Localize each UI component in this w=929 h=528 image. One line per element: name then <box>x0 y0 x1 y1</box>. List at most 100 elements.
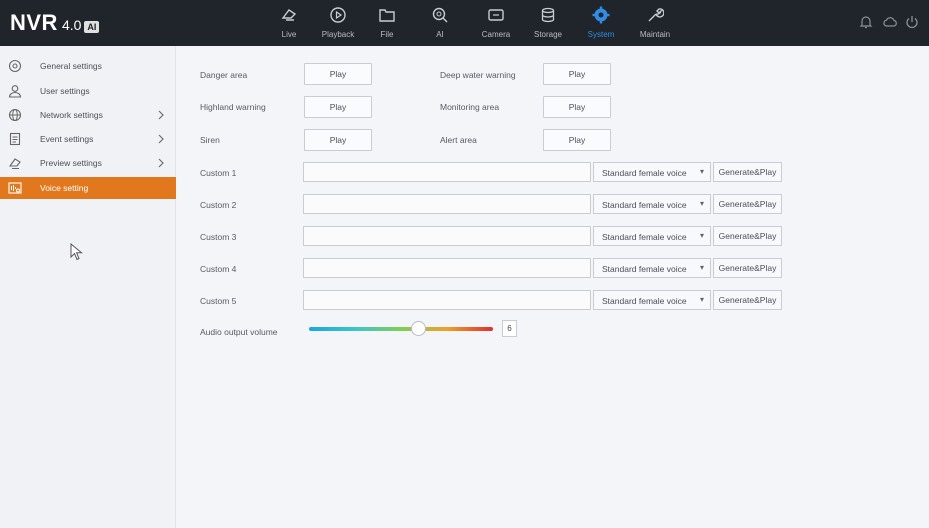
generate-play-button-3[interactable]: Generate&Play <box>713 226 782 246</box>
generate-play-button-1[interactable]: Generate&Play <box>713 162 782 182</box>
app-logo: NVR 4.0 AI <box>10 10 100 36</box>
voice-type-value: Standard female voice <box>602 168 687 178</box>
general-settings-icon <box>8 59 22 73</box>
play-button-monitoring-area[interactable]: Play <box>543 96 611 118</box>
play-button-alert-area[interactable]: Play <box>543 129 611 151</box>
chevron-right-icon <box>158 110 164 120</box>
sidebar-item-voice-setting[interactable]: Voice setting <box>0 177 176 199</box>
sidebar-item-event-settings[interactable]: Event settings <box>0 128 176 150</box>
cloud-button[interactable] <box>882 14 898 30</box>
globe-icon <box>8 108 22 122</box>
user-icon <box>8 84 22 98</box>
sidebar-item-label: Event settings <box>40 134 94 144</box>
nav-file-label: File <box>380 30 394 39</box>
generate-play-button-4[interactable]: Generate&Play <box>713 258 782 278</box>
custom-text-input-4[interactable] <box>303 258 591 278</box>
dropdown-arrow-icon: ▾ <box>700 231 705 240</box>
custom-label-2: Custom 2 <box>200 200 237 210</box>
sidebar-item-label: Network settings <box>40 110 103 120</box>
mouse-cursor-icon <box>70 243 83 261</box>
preview-icon <box>8 156 22 170</box>
nav-ai[interactable]: AI <box>413 4 467 44</box>
nav-camera-label: Camera <box>481 30 511 39</box>
folder-icon <box>379 9 395 22</box>
brand-name: NVR <box>10 10 58 35</box>
dropdown-arrow-icon: ▾ <box>700 199 705 208</box>
voice-type-select-5[interactable]: Standard female voice ▾ <box>593 290 711 310</box>
preset-label-alert-area: Alert area <box>440 135 477 145</box>
playback-icon <box>330 7 346 23</box>
nav-camera[interactable]: Camera <box>469 4 523 44</box>
nav-system-label: System <box>587 30 615 39</box>
preset-label-monitoring-area: Monitoring area <box>440 102 500 112</box>
version-label: 4.0 <box>61 17 82 33</box>
custom-text-input-5[interactable] <box>303 290 591 310</box>
sidebar-item-label: General settings <box>40 61 102 71</box>
storage-icon <box>541 7 555 23</box>
custom-label-4: Custom 4 <box>200 264 237 274</box>
nav-storage-label: Storage <box>533 30 563 39</box>
voice-type-value: Standard female voice <box>602 200 687 210</box>
preset-label-highland-warning: Highland warning <box>200 102 266 112</box>
power-button[interactable] <box>904 14 920 30</box>
sidebar-item-general-settings[interactable]: General settings <box>0 55 176 77</box>
ai-icon <box>432 7 448 23</box>
nav-playback-label: Playback <box>321 30 355 39</box>
voice-icon <box>8 181 22 195</box>
clipboard-icon <box>8 132 22 146</box>
custom-text-input-1[interactable] <box>303 162 591 182</box>
play-button-danger-area[interactable]: Play <box>304 63 372 85</box>
alarm-bell-icon <box>859 16 873 29</box>
voice-type-value: Standard female voice <box>602 296 687 306</box>
nav-storage[interactable]: Storage <box>521 4 575 44</box>
nav-playback[interactable]: Playback <box>311 4 365 44</box>
volume-slider-track[interactable] <box>309 327 493 331</box>
alarm-bell-button[interactable] <box>858 14 874 30</box>
voice-type-select-2[interactable]: Standard female voice ▾ <box>593 194 711 214</box>
play-button-highland-warning[interactable]: Play <box>304 96 372 118</box>
play-button-siren[interactable]: Play <box>304 129 372 151</box>
voice-type-value: Standard female voice <box>602 264 687 274</box>
nav-live[interactable]: Live <box>262 4 316 44</box>
nav-file[interactable]: File <box>360 4 414 44</box>
volume-slider-handle[interactable] <box>411 321 426 336</box>
dropdown-arrow-icon: ▾ <box>700 295 705 304</box>
camera-icon <box>488 9 504 21</box>
sidebar-item-network-settings[interactable]: Network settings <box>0 104 176 126</box>
dropdown-arrow-icon: ▾ <box>700 167 705 176</box>
generate-play-button-5[interactable]: Generate&Play <box>713 290 782 310</box>
custom-label-3: Custom 3 <box>200 232 237 242</box>
sidebar-item-label: User settings <box>40 86 90 96</box>
ai-badge: AI <box>84 21 100 33</box>
nav-ai-label: AI <box>436 30 444 39</box>
volume-value-box: 6 <box>502 320 517 337</box>
chevron-right-icon <box>158 158 164 168</box>
sidebar-item-preview-settings[interactable]: Preview settings <box>0 152 176 174</box>
custom-text-input-3[interactable] <box>303 226 591 246</box>
preset-label-deep-water-warning: Deep water warning <box>440 70 516 80</box>
chevron-right-icon <box>158 134 164 144</box>
nav-maintain-label: Maintain <box>639 30 671 39</box>
custom-text-input-2[interactable] <box>303 194 591 214</box>
custom-label-1: Custom 1 <box>200 168 237 178</box>
wrench-icon <box>648 8 664 22</box>
live-icon <box>281 9 297 21</box>
gear-icon <box>592 6 610 24</box>
voice-type-select-1[interactable]: Standard female voice ▾ <box>593 162 711 182</box>
preset-label-siren: Siren <box>200 135 220 145</box>
voice-type-select-4[interactable]: Standard female voice ▾ <box>593 258 711 278</box>
custom-label-5: Custom 5 <box>200 296 237 306</box>
nav-system[interactable]: System <box>574 4 628 44</box>
play-button-deep-water-warning[interactable]: Play <box>543 63 611 85</box>
nav-maintain[interactable]: Maintain <box>628 4 682 44</box>
top-navigation-bar: NVR 4.0 AI Live Playback File AI Camera … <box>0 0 929 46</box>
generate-play-button-2[interactable]: Generate&Play <box>713 194 782 214</box>
dropdown-arrow-icon: ▾ <box>700 263 705 272</box>
voice-type-select-3[interactable]: Standard female voice ▾ <box>593 226 711 246</box>
preset-label-danger-area: Danger area <box>200 70 248 80</box>
settings-sidebar: General settings User settings Network s… <box>0 46 176 528</box>
cloud-icon <box>883 17 897 27</box>
voice-type-value: Standard female voice <box>602 232 687 242</box>
sidebar-item-user-settings[interactable]: User settings <box>0 80 176 102</box>
audio-output-volume-label: Audio output volume <box>200 327 278 337</box>
